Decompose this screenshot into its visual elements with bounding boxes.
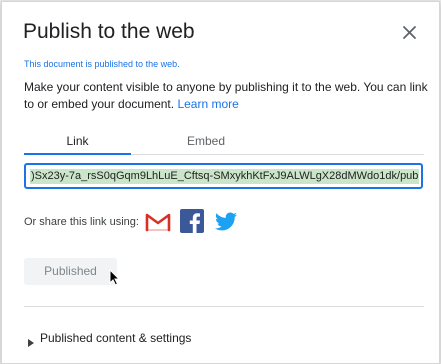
published-notice: This document is published to the web. (24, 59, 180, 69)
dialog-title: Publish to the web (23, 20, 195, 43)
settings-label: Published content & settings (40, 331, 192, 345)
twitter-icon[interactable] (213, 210, 239, 234)
publish-dialog: Publish to the web This document is publ… (1, 1, 440, 364)
tab-embed[interactable]: Embed (131, 134, 281, 156)
learn-more-link[interactable]: Learn more (177, 97, 238, 111)
dialog-description: Make your content visible to anyone by p… (24, 79, 429, 113)
mouse-cursor-icon (109, 268, 121, 286)
caret-right-icon (28, 334, 34, 347)
section-divider (24, 306, 424, 307)
tab-bar: Link Embed (24, 134, 424, 156)
publish-url-text[interactable]: )Sx23y-7a_rsS0qGqm9LhLuE_Cftsq-SMxykhKtF… (30, 169, 420, 184)
published-button[interactable]: Published (24, 258, 117, 285)
share-label: Or share this link using: (24, 216, 139, 228)
gmail-icon[interactable] (145, 210, 171, 234)
close-icon[interactable] (401, 24, 418, 41)
facebook-icon[interactable] (180, 209, 204, 233)
publish-url-field[interactable]: )Sx23y-7a_rsS0qGqm9LhLuE_Cftsq-SMxykhKtF… (24, 163, 423, 189)
active-tab-indicator (24, 153, 131, 155)
